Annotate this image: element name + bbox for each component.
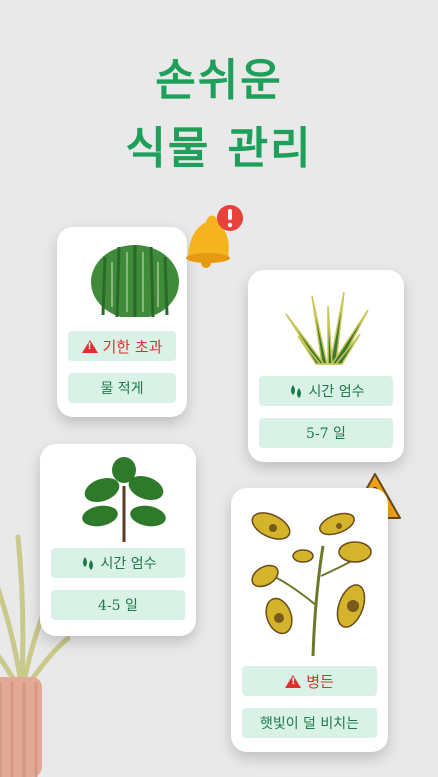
watering-detail: 5-7 일 [259, 418, 393, 448]
detail-text: 5-7 일 [306, 426, 346, 442]
detail-text: 햇빛이 덜 비치는 [259, 716, 360, 732]
diseased-plant-image [251, 512, 372, 656]
water-drop-icon [290, 385, 301, 398]
warning-triangle-icon [285, 674, 302, 688]
detail-text: 4-5 일 [98, 598, 138, 614]
status-badge: 시간 엄수 [259, 376, 393, 406]
plant-card-fiddle-leaf[interactable]: 시간 엄수 4-5 일 [40, 444, 196, 636]
fiddle-leaf-image [82, 457, 166, 542]
status-text: 시간 엄수 [100, 556, 157, 572]
plant-card-diseased[interactable]: 병든 햇빛이 덜 비치는 [231, 488, 388, 752]
status-text: 기한 초과 [102, 337, 163, 356]
snake-plant-image [285, 291, 369, 365]
light-detail: 햇빛이 덜 비치는 [242, 708, 377, 738]
watering-detail: 4-5 일 [51, 590, 185, 620]
title-line-1: 손쉬운 [155, 55, 283, 106]
status-text: 시간 엄수 [308, 384, 365, 400]
watering-detail: 물 적게 [68, 373, 176, 403]
bell-alert-icon[interactable] [178, 200, 244, 268]
status-text: 병든 [306, 672, 334, 691]
detail-text: 물 적게 [100, 381, 144, 397]
plant-card-snake-plant[interactable]: 시간 엄수 5-7 일 [248, 270, 404, 462]
water-drop-icon [82, 557, 93, 570]
plant-card-cactus[interactable]: 기한 초과 물 적게 [57, 227, 187, 417]
status-badge: 기한 초과 [68, 331, 176, 361]
status-badge: 병든 [242, 666, 377, 696]
warning-triangle-icon [81, 339, 98, 353]
title-line-2: 식물 관리 [125, 123, 313, 174]
cactus-image [91, 245, 179, 317]
status-badge: 시간 엄수 [51, 548, 185, 578]
